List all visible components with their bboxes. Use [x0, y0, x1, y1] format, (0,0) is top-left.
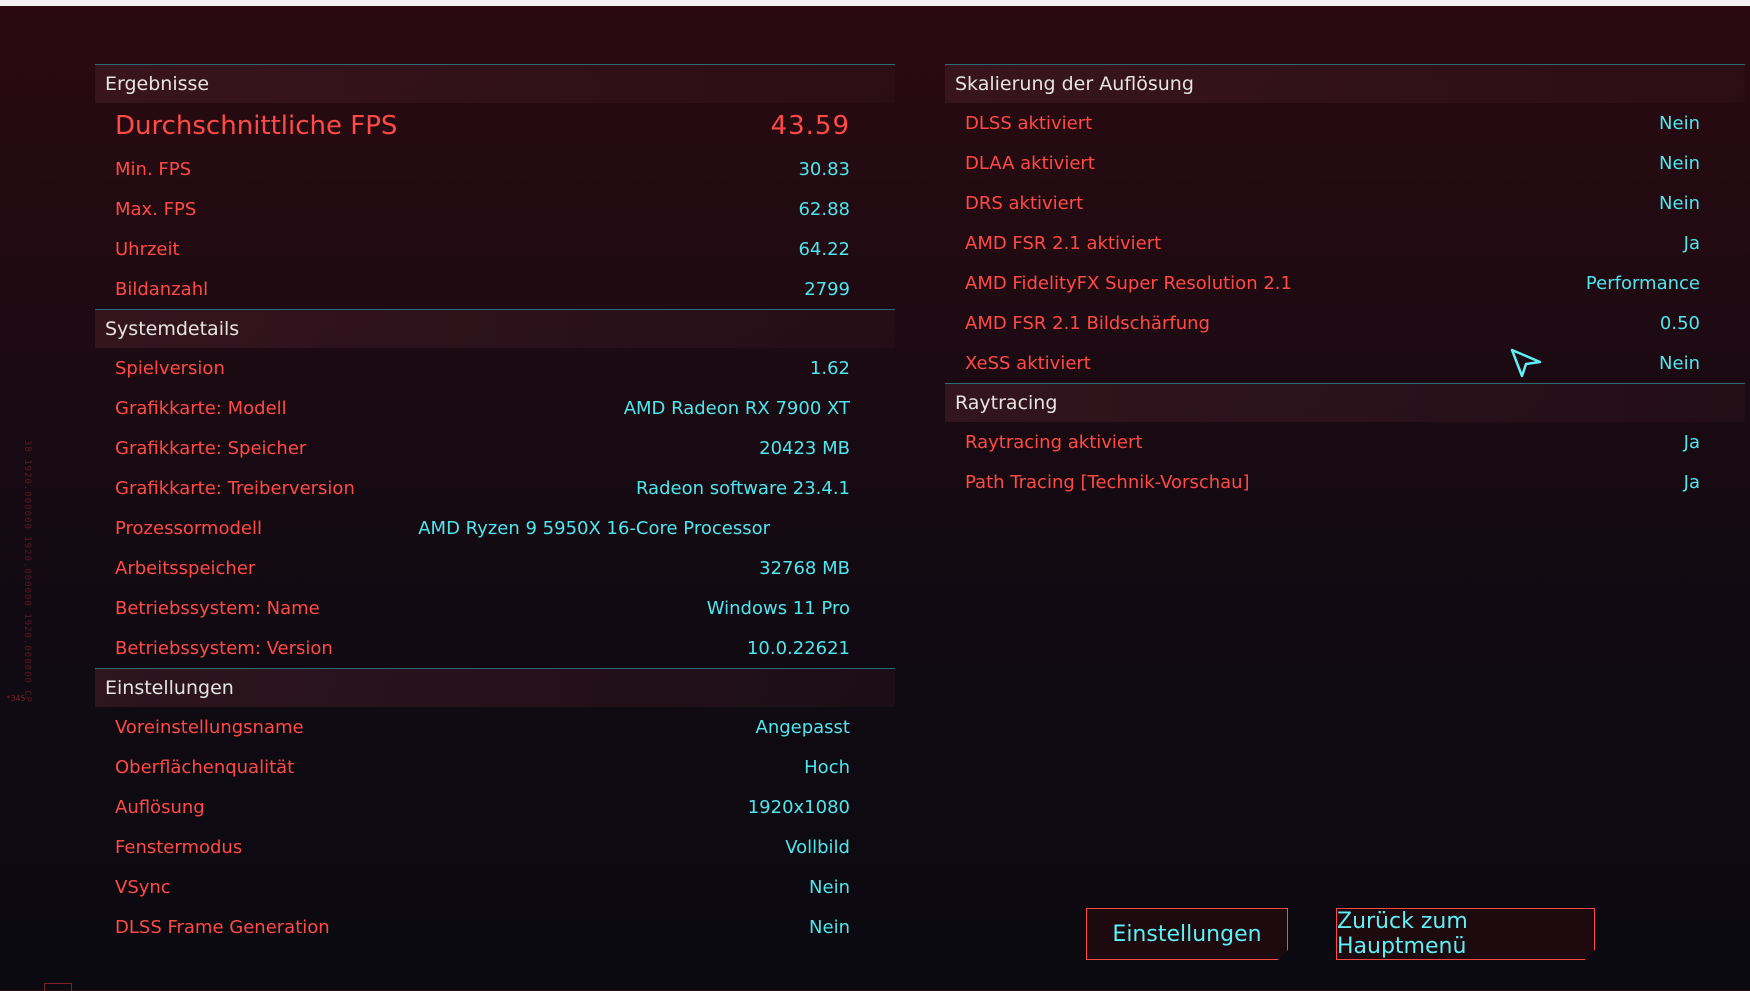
system-label: Betriebssystem: Name	[115, 597, 320, 619]
system-value: AMD Radeon RX 7900 XT	[623, 397, 850, 419]
settings-button[interactable]: Einstellungen	[1086, 908, 1288, 960]
scaling-label: DRS aktiviert	[965, 192, 1084, 214]
system-label: Grafikkarte: Treiberversion	[115, 477, 355, 499]
settings-label: Voreinstellungsname	[115, 716, 304, 738]
settings-label: Auflösung	[115, 796, 205, 818]
result-label: Uhrzeit	[115, 238, 180, 260]
settings-value: 1920x1080	[747, 796, 850, 818]
system-header: Systemdetails	[95, 309, 895, 348]
scaling-row-fsr-mode: AMD FidelityFX Super Resolution 2.1 Perf…	[945, 263, 1745, 303]
scaling-value: Nein	[1659, 112, 1700, 134]
system-value: Windows 11 Pro	[706, 597, 850, 619]
scaling-value: Nein	[1659, 352, 1700, 374]
raytracing-value: Ja	[1683, 431, 1700, 453]
system-label: Grafikkarte: Speicher	[115, 437, 307, 459]
settings-label: Fenstermodus	[115, 836, 243, 858]
raytracing-value: Ja	[1683, 471, 1700, 493]
scaling-header: Skalierung der Auflösung	[945, 64, 1745, 103]
result-label: Min. FPS	[115, 158, 192, 180]
top-bar	[0, 0, 1750, 6]
system-label: Grafikkarte: Modell	[115, 397, 287, 419]
scaling-value: Nein	[1659, 192, 1700, 214]
raytracing-row-path-tracing: Path Tracing [Technik-Vorschau] Ja	[945, 462, 1745, 502]
scaling-row-xess: XeSS aktiviert Nein	[945, 343, 1745, 383]
system-row-os-name: Betriebssystem: Name Windows 11 Pro	[95, 588, 895, 628]
settings-row-resolution: Auflösung 1920x1080	[95, 787, 895, 827]
scaling-value: Performance	[1585, 272, 1700, 294]
scaling-row-drs: DRS aktiviert Nein	[945, 183, 1745, 223]
raytracing-label: Raytracing aktiviert	[965, 431, 1143, 453]
scaling-row-fsr-sharpening: AMD FSR 2.1 Bildschärfung 0.50	[945, 303, 1745, 343]
avg-fps-row: Durchschnittliche FPS 43.59	[95, 103, 895, 149]
result-value: 30.83	[798, 158, 850, 180]
settings-label: DLSS Frame Generation	[115, 916, 330, 938]
side-debug-text: 38 1920.000000 1920.000000 1920.000000 C…	[22, 440, 32, 704]
settings-label: VSync	[115, 876, 171, 898]
settings-row-frame-generation: DLSS Frame Generation Nein	[95, 907, 895, 947]
settings-value: Hoch	[804, 756, 850, 778]
system-label: Arbeitsspeicher	[115, 557, 256, 579]
raytracing-label: Path Tracing [Technik-Vorschau]	[965, 471, 1250, 493]
system-label: Prozessormodell	[115, 517, 262, 539]
back-to-main-menu-button[interactable]: Zurück zum Hauptmenü	[1336, 908, 1595, 960]
result-label: Max. FPS	[115, 198, 197, 220]
scaling-label: AMD FSR 2.1 aktiviert	[965, 232, 1162, 254]
settings-row-vsync: VSync Nein	[95, 867, 895, 907]
result-value: 62.88	[798, 198, 850, 220]
mouse-cursor-icon	[1510, 348, 1542, 378]
side-mark: *345	[6, 694, 26, 703]
scaling-label: XeSS aktiviert	[965, 352, 1091, 374]
settings-value: Nein	[809, 876, 850, 898]
system-value: 1.62	[809, 357, 850, 379]
system-row-version: Spielversion 1.62	[95, 348, 895, 388]
system-row-os-version: Betriebssystem: Version 10.0.22621	[95, 628, 895, 668]
system-label: Spielversion	[115, 357, 225, 379]
scaling-value: Ja	[1683, 232, 1700, 254]
settings-row-preset: Voreinstellungsname Angepasst	[95, 707, 895, 747]
avg-fps-value: 43.59	[770, 111, 850, 141]
scaling-value: Nein	[1659, 152, 1700, 174]
result-row-time: Uhrzeit 64.22	[95, 229, 895, 269]
settings-label: Oberflächenqualität	[115, 756, 295, 778]
result-value: 2799	[804, 278, 850, 300]
result-row-frames: Bildanzahl 2799	[95, 269, 895, 309]
system-value: 20423 MB	[759, 437, 850, 459]
system-label: Betriebssystem: Version	[115, 637, 333, 659]
settings-row-texture-quality: Oberflächenqualität Hoch	[95, 747, 895, 787]
left-panel: Ergebnisse Durchschnittliche FPS 43.59 M…	[95, 64, 895, 947]
scaling-label: DLAA aktiviert	[965, 152, 1095, 174]
system-row-cpu: Prozessormodell AMD Ryzen 9 5950X 16-Cor…	[95, 508, 895, 548]
scaling-value: 0.50	[1659, 312, 1700, 334]
raytracing-header: Raytracing	[945, 383, 1745, 422]
scaling-row-dlss: DLSS aktiviert Nein	[945, 103, 1745, 143]
system-row-gpu-memory: Grafikkarte: Speicher 20423 MB	[95, 428, 895, 468]
settings-value: Vollbild	[785, 836, 850, 858]
raytracing-row-enabled: Raytracing aktiviert Ja	[945, 422, 1745, 462]
scaling-row-fsr: AMD FSR 2.1 aktiviert Ja	[945, 223, 1745, 263]
right-panel: Skalierung der Auflösung DLSS aktiviert …	[945, 64, 1745, 502]
settings-header: Einstellungen	[95, 668, 895, 707]
result-row-max-fps: Max. FPS 62.88	[95, 189, 895, 229]
settings-value: Nein	[809, 916, 850, 938]
scaling-label: AMD FidelityFX Super Resolution 2.1	[965, 272, 1292, 294]
system-value: Radeon software 23.4.1	[635, 477, 850, 499]
scaling-label: AMD FSR 2.1 Bildschärfung	[965, 312, 1210, 334]
result-label: Bildanzahl	[115, 278, 209, 300]
result-value: 64.22	[798, 238, 850, 260]
system-row-gpu-driver: Grafikkarte: Treiberversion Radeon softw…	[95, 468, 895, 508]
settings-value: Angepasst	[755, 716, 851, 738]
settings-row-window-mode: Fenstermodus Vollbild	[95, 827, 895, 867]
result-row-min-fps: Min. FPS 30.83	[95, 149, 895, 189]
system-value: 32768 MB	[759, 557, 850, 579]
system-value: 10.0.22621	[746, 637, 850, 659]
system-value: AMD Ryzen 9 5950X 16-Core Processor	[418, 517, 770, 539]
scaling-label: DLSS aktiviert	[965, 112, 1093, 134]
system-row-gpu-model: Grafikkarte: Modell AMD Radeon RX 7900 X…	[95, 388, 895, 428]
avg-fps-label: Durchschnittliche FPS	[115, 111, 398, 141]
results-header: Ergebnisse	[95, 64, 895, 103]
scaling-row-dlaa: DLAA aktiviert Nein	[945, 143, 1745, 183]
system-row-ram: Arbeitsspeicher 32768 MB	[95, 548, 895, 588]
